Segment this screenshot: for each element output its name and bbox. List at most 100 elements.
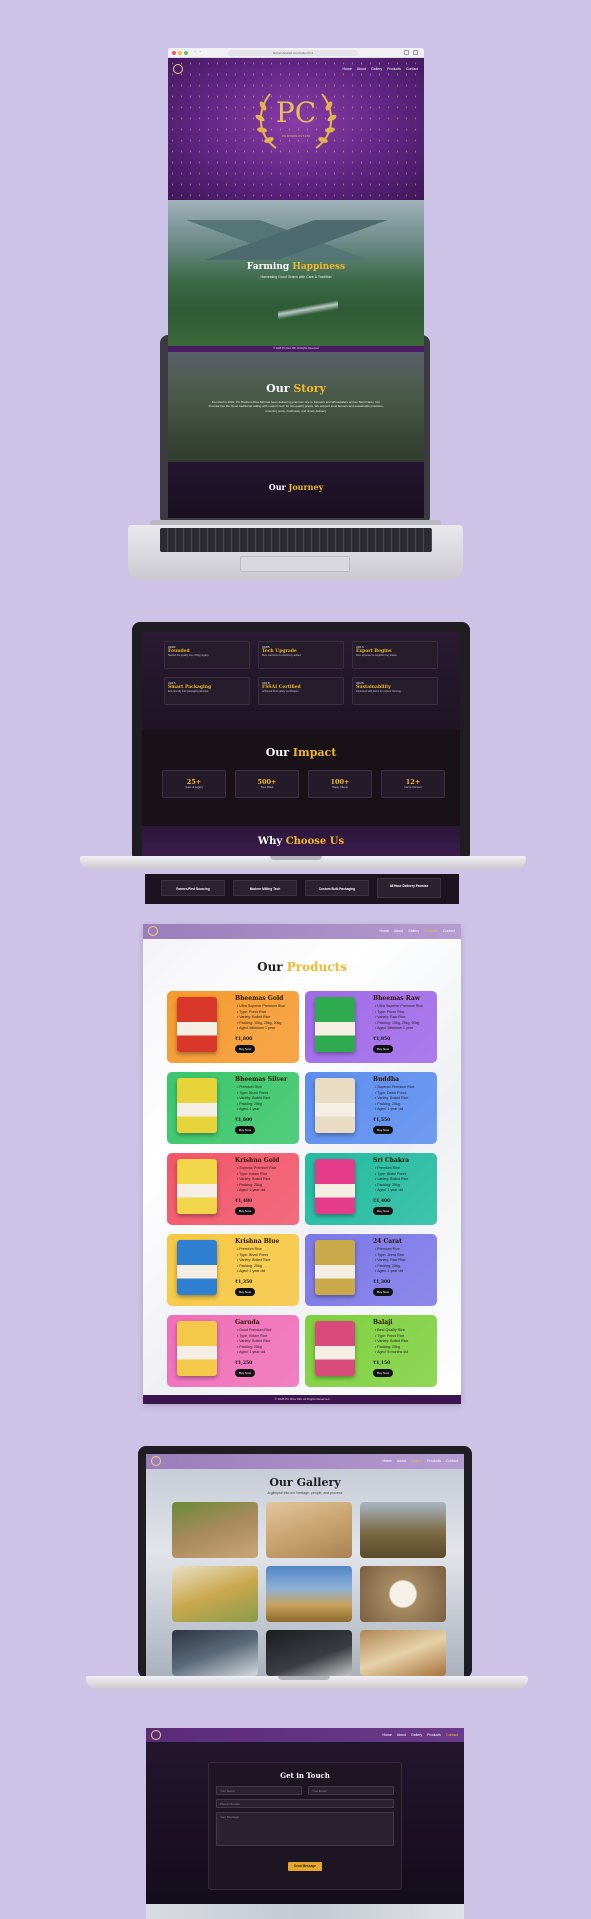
phone-field[interactable]: Phone Number bbox=[216, 1799, 394, 1808]
product-spec-item: Aged: 1 year bbox=[237, 1107, 270, 1113]
buy-now-button[interactable]: Buy Now bbox=[373, 1369, 393, 1377]
gallery-photo-rice-basket[interactable] bbox=[360, 1630, 446, 1676]
product-name: Krishna Gold bbox=[235, 1157, 280, 1164]
product-spec-item: Aged: 6 months old bbox=[375, 1350, 408, 1356]
buy-now-button[interactable]: Buy Now bbox=[373, 1288, 393, 1296]
contact-page: Home About Gallery Products Contact Get … bbox=[146, 1728, 464, 1919]
buy-now-button[interactable]: Buy Now bbox=[373, 1126, 393, 1134]
email-field[interactable]: Your Email bbox=[308, 1786, 394, 1795]
why-cards-strip: Farmer-First Sourcing Modern Milling Tec… bbox=[145, 874, 459, 904]
close-dot-icon[interactable] bbox=[172, 51, 176, 55]
product-card: Buddha Superior Premium RiceType: Delux P… bbox=[305, 1072, 437, 1144]
nav-gallery[interactable]: Gallery bbox=[408, 929, 419, 933]
share-icon[interactable] bbox=[404, 50, 409, 55]
product-spec-item: Aged: 1 year old bbox=[375, 1107, 414, 1113]
product-name: Bheemas Gold bbox=[235, 995, 284, 1002]
product-spec-item: Best Quality Rice bbox=[375, 1328, 408, 1334]
product-price: ₹1,400 bbox=[373, 1199, 391, 1204]
gallery-photo-rice-bowl[interactable] bbox=[360, 1566, 446, 1622]
farming-title: Farming Happiness bbox=[246, 262, 346, 272]
buy-now-button[interactable]: Buy Now bbox=[373, 1207, 393, 1215]
gallery-photo-rice-pile[interactable] bbox=[266, 1502, 352, 1558]
browser-window: ‹ › farmersbharati.com/index.html Home A… bbox=[168, 48, 424, 518]
product-spec-item: Aged: 1 year old bbox=[237, 1350, 272, 1356]
journey-section: Our Journey bbox=[168, 462, 424, 518]
product-specs: Premium RiceType: Bhavi PonniVariety: Bo… bbox=[237, 1247, 270, 1275]
product-spec-item: Ultra Superior Premium Rice bbox=[237, 1004, 285, 1010]
nav-contact[interactable]: Contact bbox=[406, 67, 418, 71]
product-card: Krishna Gold Superior Premium RiceType: K… bbox=[167, 1153, 299, 1225]
product-specs: Ultra Superior Premium RiceType: Ponni R… bbox=[375, 1004, 423, 1032]
product-price: ₹1,600 bbox=[235, 1118, 253, 1123]
send-message-button[interactable]: Send Message bbox=[288, 1862, 322, 1871]
nav-gallery[interactable]: Gallery bbox=[411, 1733, 422, 1737]
tabs-icon[interactable] bbox=[413, 50, 418, 55]
nav-home[interactable]: Home bbox=[383, 1459, 392, 1463]
stat-card: 12+ Farms Connect bbox=[381, 770, 445, 798]
product-specs: Ultra Superior Premium RiceType: Ponni R… bbox=[237, 1004, 285, 1032]
address-bar[interactable]: farmersbharati.com/index.html bbox=[228, 50, 358, 56]
gallery-photo-rice-stalks[interactable] bbox=[172, 1566, 258, 1622]
buy-now-button[interactable]: Buy Now bbox=[373, 1045, 393, 1053]
product-spec-item: Good Premium Rice bbox=[237, 1328, 271, 1334]
buy-now-button[interactable]: Buy Now bbox=[235, 1126, 255, 1134]
nav-products[interactable]: Products bbox=[427, 1459, 441, 1463]
nav-home[interactable]: Home bbox=[343, 67, 352, 71]
nav-contact[interactable]: Contact bbox=[446, 1733, 458, 1737]
gallery-photo-haystacks[interactable] bbox=[360, 1502, 446, 1558]
laptop-2-screen: 2002 Founded Started the quality rice mill… bbox=[142, 632, 460, 856]
product-name: Bheemas Raw bbox=[373, 995, 420, 1002]
forward-icon[interactable]: › bbox=[199, 49, 201, 55]
gallery-photo-farmers[interactable] bbox=[266, 1566, 352, 1622]
product-price: ₹1,300 bbox=[373, 1280, 391, 1285]
nav-about[interactable]: About bbox=[397, 1733, 406, 1737]
gallery-header: Home About Gallery Products Contact bbox=[146, 1454, 464, 1469]
message-field[interactable]: Your Message bbox=[216, 1812, 394, 1846]
minimize-dot-icon[interactable] bbox=[178, 51, 182, 55]
rice-bag-image bbox=[315, 1159, 355, 1214]
product-name: Sri Chakra bbox=[373, 1157, 410, 1164]
buy-now-button[interactable]: Buy Now bbox=[235, 1207, 255, 1215]
back-icon[interactable]: ‹ bbox=[194, 49, 196, 55]
gallery-photo-hands-sprinkle[interactable] bbox=[266, 1630, 352, 1676]
journey-card: 2005 Tech Upgrade Best machines & machiner… bbox=[258, 641, 344, 669]
contact-nav: Home About Gallery Products Contact bbox=[146, 1728, 464, 1742]
laptop-1-keyboard bbox=[160, 528, 432, 552]
nav-home[interactable]: Home bbox=[380, 929, 389, 933]
nav-products[interactable]: Products bbox=[424, 929, 438, 933]
nav-gallery[interactable]: Gallery bbox=[371, 67, 382, 71]
gallery-photo-hands-grain[interactable] bbox=[172, 1502, 258, 1558]
nav-products[interactable]: Products bbox=[427, 1733, 441, 1737]
product-spec-item: Variety: Boiled Rice bbox=[237, 1258, 270, 1264]
rice-bag-image bbox=[315, 1240, 355, 1295]
buy-now-button[interactable]: Buy Now bbox=[235, 1369, 255, 1377]
nav-about[interactable]: About bbox=[397, 1459, 406, 1463]
product-name: Buddha bbox=[373, 1076, 400, 1083]
stat-card: 25+ Years of Legacy bbox=[162, 770, 226, 798]
rice-bag-image bbox=[177, 1078, 217, 1133]
nav-products[interactable]: Products bbox=[387, 67, 401, 71]
why-section: Why Choose Us bbox=[142, 826, 460, 856]
stat-card: 500+ Tons Milled bbox=[235, 770, 299, 798]
nav-about[interactable]: About bbox=[357, 67, 366, 71]
product-specs: Good Premium RiceType: Kolam RiceVariety… bbox=[237, 1328, 272, 1356]
buy-now-button[interactable]: Buy Now bbox=[235, 1045, 255, 1053]
product-spec-item: Aged: 1 year old bbox=[375, 1188, 408, 1194]
nav-about[interactable]: About bbox=[394, 929, 403, 933]
product-name: Bheemas Silver bbox=[235, 1076, 288, 1083]
story-section: Our Story Founded in 2002, PC Brothers R… bbox=[168, 352, 424, 462]
river-stripe bbox=[278, 280, 338, 346]
why-card: Farmer-First Sourcing bbox=[161, 880, 225, 896]
buy-now-button[interactable]: Buy Now bbox=[235, 1288, 255, 1296]
name-field[interactable]: Your Name bbox=[216, 1786, 302, 1795]
gallery-photo-grains-dark[interactable] bbox=[172, 1630, 258, 1676]
nav-contact[interactable]: Contact bbox=[443, 929, 455, 933]
nav-contact[interactable]: Contact bbox=[446, 1459, 458, 1463]
maximize-dot-icon[interactable] bbox=[184, 51, 188, 55]
product-specs: Premium RiceType: Bhavi PonniVariety: Bo… bbox=[237, 1085, 270, 1113]
hero-section: Home About Gallery Products Contact PC P… bbox=[168, 58, 424, 200]
product-specs: Best Quality RiceType: Ponni RiceVariety… bbox=[375, 1328, 408, 1356]
nav-home[interactable]: Home bbox=[383, 1733, 392, 1737]
product-card: Krishna Blue Premium RiceType: Bhavi Ponn… bbox=[167, 1234, 299, 1306]
nav-gallery[interactable]: Gallery bbox=[411, 1459, 422, 1463]
